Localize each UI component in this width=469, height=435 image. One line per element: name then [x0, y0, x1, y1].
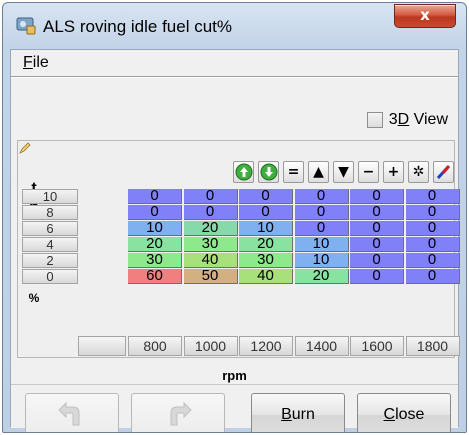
table-cell[interactable]: 40	[183, 252, 238, 268]
table-cell[interactable]: 0	[239, 204, 293, 220]
burn-button[interactable]: Burn	[251, 393, 345, 432]
table-cell[interactable]: 30	[128, 252, 182, 268]
row-label: 2	[22, 253, 78, 268]
table-toolbar: = ▲ ▼ − + ✲	[233, 161, 454, 187]
table-panel: t p s % =▲▼−+✲ 1086420 00000000000010201…	[17, 140, 460, 358]
table-cell[interactable]: 60	[128, 268, 182, 284]
table-cell[interactable]: 30	[183, 236, 238, 252]
menu-separator	[11, 76, 458, 78]
view3d-label: 3D View	[388, 111, 448, 128]
table-cell[interactable]: 0	[350, 236, 404, 252]
rotate-left-button[interactable]	[233, 161, 254, 183]
table-cell[interactable]: 0	[405, 188, 460, 204]
increment-icon: ▲	[313, 164, 324, 180]
row-label: 10	[22, 189, 78, 204]
table-cell[interactable]: 20	[239, 236, 293, 252]
button-bar: Burn Close	[11, 384, 458, 432]
rotate-right-button[interactable]	[258, 161, 279, 183]
minus-button[interactable]: −	[358, 161, 379, 183]
table-cell[interactable]: 0	[294, 204, 349, 220]
rotate-left-icon	[235, 163, 252, 181]
view3d-toggle[interactable]: 3D View	[366, 110, 448, 130]
title-bar[interactable]: ALS roving idle fuel cut% x	[3, 3, 466, 49]
column-label: 1600	[350, 336, 404, 356]
table-cell[interactable]: 0	[294, 188, 349, 204]
y-axis-unit: %	[28, 291, 40, 305]
view3d-checkbox[interactable]	[366, 112, 383, 128]
column-label: 800	[128, 336, 182, 356]
table-cell[interactable]: 0	[183, 188, 238, 204]
menu-bar: File	[11, 50, 458, 76]
table-cell[interactable]: 0	[350, 268, 404, 284]
row-label: 8	[22, 205, 78, 220]
redo-icon	[170, 401, 192, 426]
equals-button[interactable]: =	[283, 161, 304, 183]
table-cell[interactable]: 0	[294, 220, 349, 236]
dialog-window: ALS roving idle fuel cut% x File 3D View…	[2, 2, 467, 433]
undo-button[interactable]	[25, 393, 119, 432]
edit-corner-icon	[19, 142, 31, 154]
rotate-right-icon	[260, 163, 277, 181]
client-area: File 3D View t p s % =▲▼−+✲ 1086420 0000…	[10, 49, 460, 432]
decrement-icon: ▼	[338, 164, 349, 180]
table-cell[interactable]: 20	[183, 220, 238, 236]
row-label: 6	[22, 221, 78, 236]
column-label: 1200	[239, 336, 293, 356]
window-title: ALS roving idle fuel cut%	[43, 17, 232, 36]
table-cell[interactable]: 0	[183, 204, 238, 220]
x-axis-label: rpm	[222, 368, 247, 383]
table-cell[interactable]: 0	[350, 188, 404, 204]
table-cell[interactable]: 0	[405, 220, 460, 236]
table-cell[interactable]: 10	[294, 252, 349, 268]
table-cell[interactable]: 10	[128, 220, 182, 236]
table-cell[interactable]: 40	[239, 268, 293, 284]
table-cell[interactable]: 20	[294, 268, 349, 284]
increment-button[interactable]: ▲	[308, 161, 329, 183]
multiply-button[interactable]: ✲	[408, 161, 429, 183]
table-cell[interactable]: 0	[405, 236, 460, 252]
table-cell[interactable]: 30	[239, 252, 293, 268]
row-label: 0	[22, 269, 78, 284]
undo-icon	[58, 401, 80, 426]
app-icon	[16, 17, 36, 35]
table-cell[interactable]: 20	[128, 236, 182, 252]
axis-corner-cell	[78, 336, 126, 356]
minus-icon: −	[362, 164, 375, 180]
menu-file[interactable]: File	[23, 54, 49, 72]
window-close-button[interactable]: x	[394, 4, 456, 28]
interpolate-icon	[436, 165, 450, 180]
plus-icon: +	[387, 164, 400, 180]
table-cell[interactable]: 0	[350, 220, 404, 236]
table-cell[interactable]: 50	[183, 268, 238, 284]
table-cell[interactable]: 0	[405, 252, 460, 268]
table-cell[interactable]: 0	[405, 204, 460, 220]
redo-button[interactable]	[131, 393, 225, 432]
column-label: 1000	[183, 336, 238, 356]
multiply-icon: ✲	[412, 164, 425, 180]
table-cell[interactable]: 0	[350, 252, 404, 268]
column-label: 1400	[294, 336, 349, 356]
table-cell[interactable]: 10	[239, 220, 293, 236]
equals-icon: =	[287, 164, 300, 180]
table-cell[interactable]: 0	[128, 188, 182, 204]
table-cell[interactable]: 0	[128, 204, 182, 220]
row-label: 4	[22, 237, 78, 252]
table-cell[interactable]: 0	[350, 204, 404, 220]
table-cell[interactable]: 10	[294, 236, 349, 252]
table-cell[interactable]: 0	[405, 268, 460, 284]
column-label: 1800	[405, 336, 460, 356]
table-cell[interactable]: 0	[239, 188, 293, 204]
plus-button[interactable]: +	[383, 161, 404, 183]
close-button[interactable]: Close	[357, 393, 451, 432]
interpolate-button[interactable]	[433, 161, 454, 183]
decrement-button[interactable]: ▼	[333, 161, 354, 183]
